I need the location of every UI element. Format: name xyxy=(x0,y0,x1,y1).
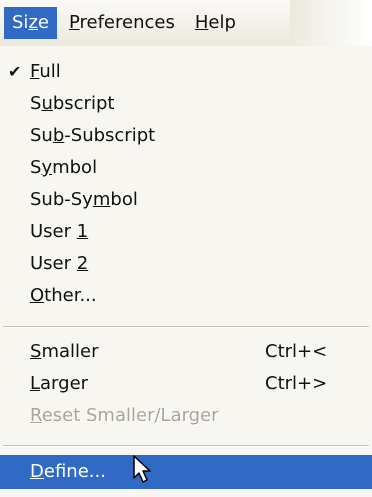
label-mnemonic: D xyxy=(30,461,44,482)
menu-item-full[interactable]: ✔ Full xyxy=(0,56,372,88)
shortcut-smaller: Ctrl+< xyxy=(265,341,328,362)
menu-size-text-a: Si xyxy=(12,12,29,33)
label-b: mbol xyxy=(52,157,98,178)
label-a: User xyxy=(30,221,77,242)
menu-item-reset-label: Reset Smaller/Larger xyxy=(30,400,219,432)
label-mnemonic: m xyxy=(92,189,111,210)
menu-preferences[interactable]: Preferences xyxy=(61,7,183,39)
label-mnemonic: F xyxy=(30,61,40,82)
label-a: Sub-Sy xyxy=(30,189,93,210)
menu-item-larger-label: Larger xyxy=(30,368,88,400)
menu-separator xyxy=(3,445,369,447)
label-a: S xyxy=(30,157,42,178)
label-mnemonic: 1 xyxy=(76,221,89,242)
label-mnemonic: y xyxy=(41,157,53,178)
label-mnemonic: 2 xyxy=(76,253,89,274)
menu-bar: Size Preferences Help xyxy=(0,0,310,46)
menu-separator xyxy=(3,326,369,328)
label-mnemonic: S xyxy=(30,341,42,362)
label-b: bscript xyxy=(52,93,115,114)
label-b: ull xyxy=(39,61,61,82)
menu-item-user-2[interactable]: User 2 xyxy=(0,248,372,280)
menu-item-user-2-label: User 2 xyxy=(30,248,88,280)
label-b: -Subscript xyxy=(64,125,156,146)
label-b: eset Smaller/Larger xyxy=(41,405,219,426)
check-icon: ✔ xyxy=(8,62,22,81)
menu-help[interactable]: Help xyxy=(187,7,244,39)
menu-preferences-text-b: references xyxy=(79,12,175,33)
shortcut-larger: Ctrl+> xyxy=(265,373,328,394)
menu-item-sub-symbol-label: Sub-Symbol xyxy=(30,184,138,216)
menu-item-sub-symbol[interactable]: Sub-Symbol xyxy=(0,184,372,216)
label-mnemonic: u xyxy=(41,93,53,114)
menu-item-define-label: Define... xyxy=(30,455,106,489)
label-a: Su xyxy=(30,125,53,146)
mouse-pointer-icon xyxy=(133,455,151,483)
menu-item-symbol[interactable]: Symbol xyxy=(0,152,372,184)
menu-help-text-b: elp xyxy=(208,12,236,33)
label-a: User xyxy=(30,253,77,274)
menu-size-mnemonic: z xyxy=(28,12,38,33)
label-mnemonic: L xyxy=(30,373,41,394)
menu-preferences-mnemonic: P xyxy=(68,12,80,33)
label-b: arger xyxy=(40,373,89,394)
label-b: maller xyxy=(41,341,99,362)
menu-item-user-1-label: User 1 xyxy=(30,216,88,248)
menu-item-subscript[interactable]: Subscript xyxy=(0,88,372,120)
menu-item-symbol-label: Symbol xyxy=(30,152,97,184)
label-b: bol xyxy=(110,189,138,210)
menu-item-subscript-label: Subscript xyxy=(30,88,114,120)
menu-item-reset-smaller-larger: Reset Smaller/Larger xyxy=(0,400,372,432)
menu-item-larger[interactable]: Larger Ctrl+> xyxy=(0,368,372,400)
label-b: efine... xyxy=(43,461,106,482)
size-dropdown-menu: ✔ Full Subscript Sub-Subscript Symbol Su… xyxy=(0,46,372,497)
menu-bar-fade xyxy=(290,0,372,46)
label-b: ther... xyxy=(44,285,97,306)
menu-size-text-b: e xyxy=(37,12,49,33)
menu-item-sub-subscript[interactable]: Sub-Subscript xyxy=(0,120,372,152)
menu-item-smaller-label: Smaller xyxy=(30,336,98,368)
label-a: S xyxy=(30,93,42,114)
label-mnemonic: O xyxy=(30,285,45,306)
menu-item-sub-subscript-label: Sub-Subscript xyxy=(30,120,155,152)
menu-item-other[interactable]: Other... xyxy=(0,280,372,312)
menu-item-full-label: Full xyxy=(30,56,61,88)
menu-item-smaller[interactable]: Smaller Ctrl+< xyxy=(0,336,372,368)
menu-size[interactable]: Size xyxy=(4,7,57,39)
label-mnemonic: b xyxy=(52,125,65,146)
menu-item-user-1[interactable]: User 1 xyxy=(0,216,372,248)
label-mnemonic: R xyxy=(30,405,42,426)
menu-item-define[interactable]: Define... xyxy=(0,455,372,489)
menu-help-mnemonic: H xyxy=(194,12,209,33)
menu-item-other-label: Other... xyxy=(30,280,97,312)
